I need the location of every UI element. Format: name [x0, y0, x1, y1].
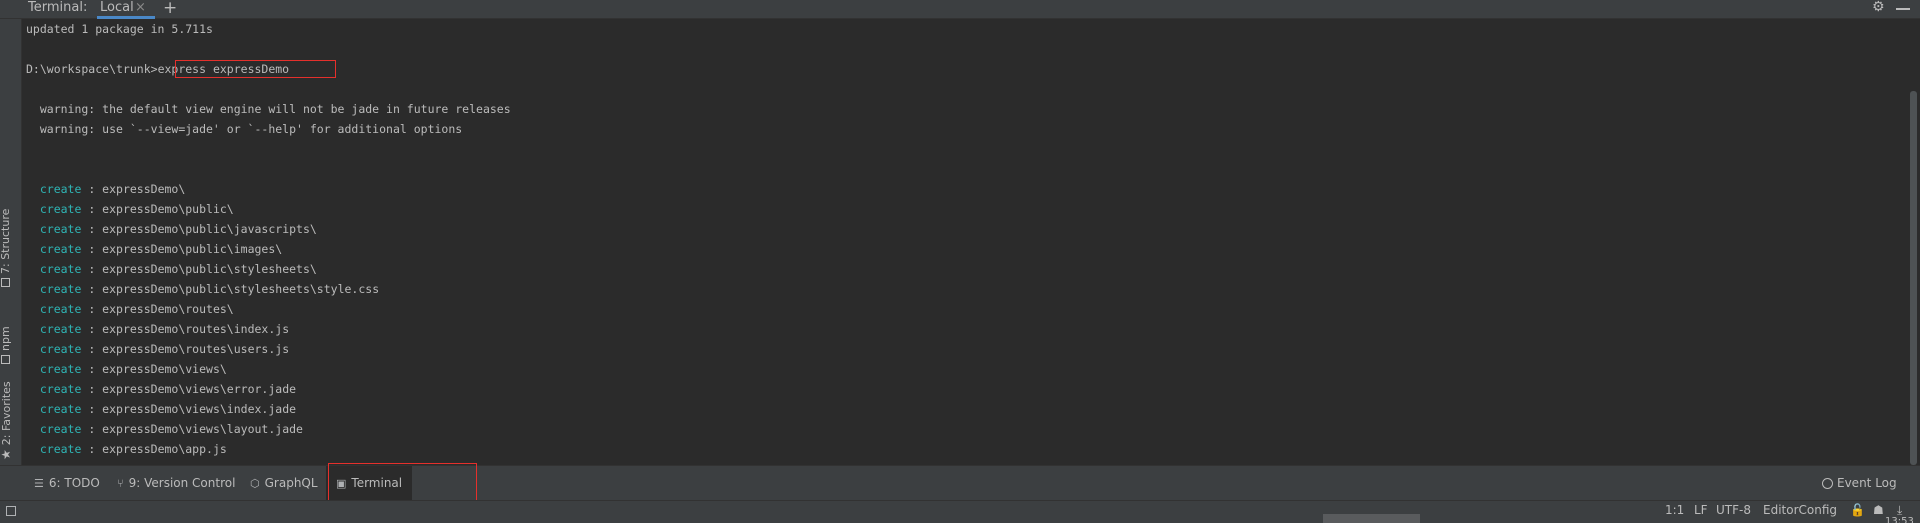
- terminal-line: create : expressDemo\routes\: [39, 302, 234, 316]
- favorites-tab-label: 2: Favorites: [0, 381, 13, 446]
- tab-todo[interactable]: ☰ 6: TODO: [34, 466, 100, 501]
- terminal-line: create : expressDemo\app.js: [39, 442, 227, 456]
- structure-icon: [1, 278, 10, 287]
- clock-time: 13:53: [1885, 517, 1914, 523]
- terminal-line: create : expressDemo\: [39, 182, 186, 196]
- hide-icon[interactable]: [1896, 0, 1910, 10]
- create-keyword: create: [39, 282, 82, 296]
- gear-icon[interactable]: ⚙: [1872, 0, 1885, 15]
- create-keyword: create: [39, 422, 82, 436]
- terminal-line: create : expressDemo\views\layout.jade: [39, 422, 303, 436]
- terminal-title: Terminal:: [28, 0, 88, 15]
- caret-position[interactable]: 1:1: [1665, 501, 1684, 519]
- status-bar: 1:1 LF UTF-8 EditorConfig 🔓 ☗ ⤓ 13:53: [0, 500, 1920, 523]
- tab-local[interactable]: Local ×: [97, 0, 155, 19]
- create-keyword: create: [39, 242, 82, 256]
- warning-line: warning: the default view engine will no…: [26, 102, 511, 116]
- download-icon[interactable]: ⤓: [1897, 503, 1902, 518]
- prompt-path: D:\workspace\trunk>: [26, 62, 158, 76]
- create-keyword: create: [39, 382, 82, 396]
- terminal-tab-highlight-box: [328, 463, 477, 501]
- star-icon: ★: [0, 449, 13, 460]
- left-tool-strip: 7: Structure npm ★ 2: Favorites: [0, 19, 22, 465]
- create-keyword: create: [39, 182, 82, 196]
- terminal-line: create : expressDemo\routes\users.js: [39, 342, 290, 356]
- graphql-icon: ⬡: [250, 477, 260, 490]
- add-session-button[interactable]: +: [163, 0, 177, 18]
- terminal-line: create : expressDemo\public\javascripts\: [39, 222, 317, 236]
- create-keyword: create: [39, 442, 82, 456]
- scrollbar-thumb[interactable]: [1910, 91, 1917, 465]
- command-highlight-box: [175, 60, 336, 78]
- terminal-line: create : expressDemo\views\error.jade: [39, 382, 297, 396]
- lock-icon[interactable]: 🔓: [1850, 503, 1865, 517]
- terminal-line: create : expressDemo\routes\index.js: [39, 322, 290, 336]
- tab-graphql[interactable]: ⬡ GraphQL: [250, 466, 318, 501]
- terminal-line: updated 1 package in 5.711s: [26, 22, 213, 36]
- tab-version-control[interactable]: ⑂ 9: Version Control: [117, 466, 235, 501]
- bottom-tool-bar: ☰ 6: TODO ⑂ 9: Version Control ⬡ GraphQL…: [0, 465, 1920, 501]
- tab-graphql-label: GraphQL: [264, 476, 318, 490]
- create-keyword: create: [39, 322, 82, 336]
- editor-config[interactable]: EditorConfig: [1763, 501, 1837, 519]
- terminal-line: create : expressDemo\public\stylesheets\: [39, 262, 317, 276]
- create-keyword: create: [39, 262, 82, 276]
- event-log-icon: [1822, 478, 1833, 489]
- terminal-line: create : expressDemo\public\stylesheets\…: [39, 282, 380, 296]
- terminal-line: create : expressDemo\views\: [39, 362, 227, 376]
- structure-tab-label: 7: Structure: [0, 208, 12, 274]
- create-keyword: create: [39, 202, 82, 216]
- branch-icon: ⑂: [117, 477, 124, 490]
- npm-tab-label: npm: [0, 326, 12, 351]
- create-keyword: create: [39, 342, 82, 356]
- toggle-tool-windows-icon[interactable]: [6, 506, 16, 516]
- create-keyword: create: [39, 302, 82, 316]
- terminal-line: create : expressDemo\public\: [39, 202, 234, 216]
- terminal-output[interactable]: updated 1 package in 5.711s D:\workspace…: [22, 19, 1904, 465]
- tab-version-control-label: 9: Version Control: [128, 476, 236, 490]
- tab-todo-label: 6: TODO: [48, 476, 100, 490]
- terminal-line: create : expressDemo\views\index.jade: [39, 402, 297, 416]
- create-keyword: create: [39, 402, 82, 416]
- terminal-tool-window-header: Terminal: Local × + ⚙: [0, 0, 1920, 19]
- terminal-scrollbar[interactable]: [1907, 19, 1920, 465]
- create-keyword: create: [39, 362, 82, 376]
- close-icon[interactable]: ×: [135, 0, 146, 15]
- event-log-button[interactable]: Event Log: [1822, 466, 1897, 501]
- npm-icon: [1, 355, 10, 364]
- line-separator[interactable]: LF: [1694, 501, 1708, 519]
- create-keyword: create: [39, 222, 82, 236]
- tab-local-label: Local: [100, 0, 134, 15]
- list-icon: ☰: [34, 477, 44, 490]
- file-encoding[interactable]: UTF-8: [1716, 501, 1751, 519]
- inspector-icon[interactable]: ☗: [1873, 503, 1884, 517]
- event-log-label: Event Log: [1837, 476, 1897, 490]
- warning-line: warning: use `--view=jade' or `--help' f…: [26, 122, 463, 136]
- terminal-line: create : expressDemo\public\images\: [39, 242, 283, 256]
